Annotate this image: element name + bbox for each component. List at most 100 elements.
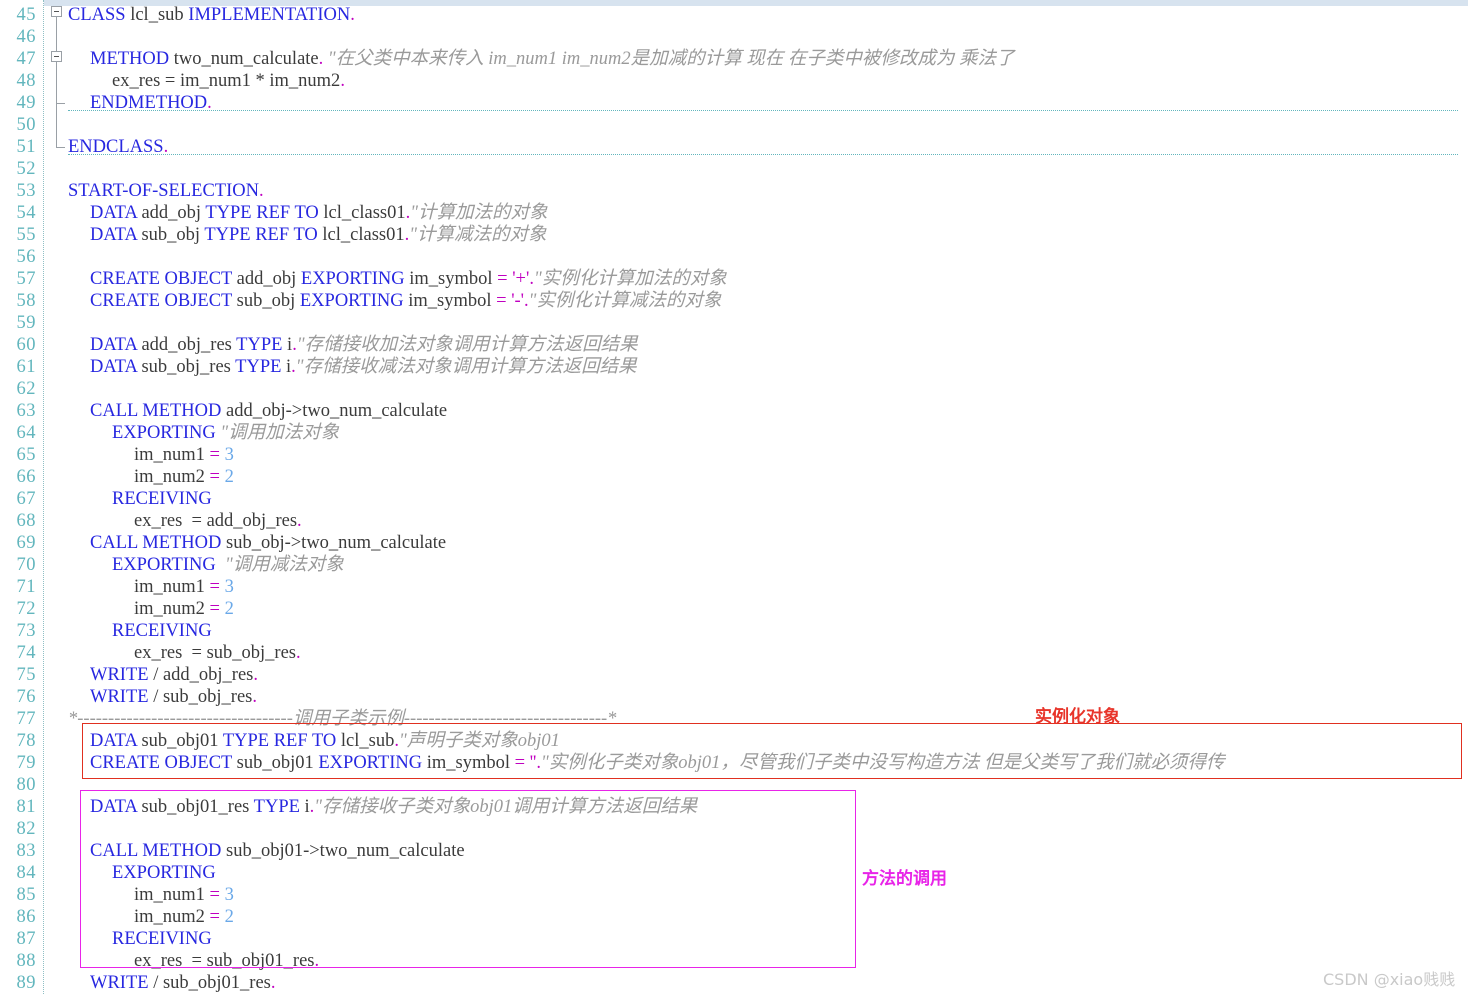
- code-line[interactable]: CREATE OBJECT add_obj EXPORTING im_symbo…: [68, 268, 727, 290]
- code-token-kw: EXPORTING: [112, 555, 216, 575]
- code-token-kw: CLASS: [68, 5, 126, 25]
- code-token-id: im_num1: [134, 577, 210, 597]
- line-number: 77: [16, 709, 36, 729]
- line-number: 56: [16, 247, 36, 267]
- code-token-op: .: [340, 71, 345, 91]
- fold-separator-endmethod: [68, 110, 1458, 111]
- code-token-kw: CALL METHOD: [90, 401, 222, 421]
- code-line[interactable]: DATA add_obj_res TYPE i."存储接收加法对象调用计算方法返…: [68, 334, 638, 356]
- line-number: 57: [16, 269, 36, 289]
- code-line[interactable]: WRITE / sub_obj01_res.: [68, 972, 276, 994]
- code-token-kw: TYPE: [235, 357, 282, 377]
- code-line[interactable]: CLASS lcl_sub IMPLEMENTATION.: [68, 4, 355, 26]
- line-number: 68: [16, 511, 36, 531]
- line-number: 86: [16, 907, 36, 927]
- code-token-id: im_symbol: [404, 269, 498, 289]
- line-number: 79: [16, 753, 36, 773]
- code-line[interactable]: im_num1 = 3: [68, 444, 234, 466]
- code-token-id: add_obj_res: [136, 335, 237, 355]
- code-line[interactable]: DATA add_obj TYPE REF TO lcl_class01."计算…: [68, 202, 548, 224]
- code-editor[interactable]: 45 CLASS lcl_sub IMPLEMENTATION. 46 47 METHO…: [0, 0, 1468, 994]
- annotation-box-instantiate-object: [82, 723, 1462, 779]
- code-line[interactable]: im_num1 = 3: [68, 576, 234, 598]
- line-number: 62: [16, 379, 36, 399]
- code-token-id: im_symbol: [403, 291, 497, 311]
- code-line[interactable]: ex_res = add_obj_res.: [68, 510, 302, 532]
- code-token-id: / sub_obj_res: [148, 687, 253, 707]
- code-token-num: 2: [224, 599, 234, 619]
- code-token-num: 3: [224, 577, 234, 597]
- code-token-id: add_obj: [136, 203, 206, 223]
- line-number: 84: [16, 863, 36, 883]
- code-token-kw: TYPE REF TO: [205, 203, 319, 223]
- code-token-id: i: [282, 335, 293, 355]
- line-number: 71: [16, 577, 36, 597]
- code-token-op: =: [209, 577, 225, 597]
- code-line[interactable]: CALL METHOD sub_obj->two_num_calculate: [68, 532, 446, 554]
- line-number: 89: [16, 973, 36, 993]
- code-token-kw: WRITE: [90, 687, 149, 707]
- line-number: 66: [16, 467, 36, 487]
- code-token-id: add_obj: [232, 269, 301, 289]
- code-token-id: lcl_sub: [125, 5, 189, 25]
- code-token-kw: DATA: [90, 335, 137, 355]
- line-number: 75: [16, 665, 36, 685]
- code-token-id: im_num1: [134, 445, 210, 465]
- code-token-cmt: "存储接收减法对象调用计算方法返回结果: [295, 357, 637, 377]
- line-number: 81: [16, 797, 36, 817]
- code-line[interactable]: EXPORTING "调用减法对象: [68, 554, 344, 576]
- line-number: 64: [16, 423, 36, 443]
- code-token-id: / add_obj_res: [148, 665, 254, 685]
- code-token-id: / sub_obj01_res: [148, 973, 271, 993]
- code-line[interactable]: RECEIVING: [68, 488, 212, 510]
- code-line[interactable]: WRITE / sub_obj_res.: [68, 686, 257, 708]
- line-number: 55: [16, 225, 36, 245]
- code-token-kw: WRITE: [90, 665, 149, 685]
- code-token-op: .: [297, 511, 302, 531]
- line-number: 83: [16, 841, 36, 861]
- code-token-cmt: "在父类中本来传入 im_num1 im_num2是加减的计算 现在 在子类中被…: [323, 49, 1015, 69]
- code-token-kw: RECEIVING: [112, 621, 212, 641]
- code-token-kw: DATA: [90, 203, 137, 223]
- code-token-kw: CREATE OBJECT: [90, 291, 233, 311]
- code-line[interactable]: EXPORTING "调用加法对象: [68, 422, 339, 444]
- code-token-kw: START-OF-SELECTION: [68, 181, 259, 201]
- code-line[interactable]: im_num2 = 2: [68, 466, 234, 488]
- code-token-op: .: [296, 643, 301, 663]
- code-token-kw: TYPE: [236, 335, 283, 355]
- code-token-op: =: [209, 599, 225, 619]
- code-line[interactable]: ex_res = sub_obj_res.: [68, 642, 301, 664]
- code-line[interactable]: START-OF-SELECTION.: [68, 180, 264, 202]
- code-line[interactable]: DATA sub_obj_res TYPE i."存储接收减法对象调用计算方法返…: [68, 356, 637, 378]
- code-token-num: 2: [224, 467, 234, 487]
- code-line[interactable]: DATA sub_obj TYPE REF TO lcl_class01."计算…: [68, 224, 547, 246]
- line-number: 82: [16, 819, 36, 839]
- code-token-str: '+': [512, 269, 530, 289]
- code-token-id: im_num2: [134, 467, 210, 487]
- code-line[interactable]: CALL METHOD add_obj->two_num_calculate: [68, 400, 447, 422]
- code-token-id: im_num2: [134, 599, 210, 619]
- line-number: 58: [16, 291, 36, 311]
- code-token-cmt: "实例化计算减法的对象: [528, 291, 722, 311]
- code-line[interactable]: WRITE / add_obj_res.: [68, 664, 258, 686]
- code-token-op: .: [253, 665, 258, 685]
- code-token-kw: TYPE REF TO: [204, 225, 318, 245]
- code-line[interactable]: im_num2 = 2: [68, 598, 234, 620]
- code-token-op: .: [258, 181, 264, 201]
- code-line[interactable]: ex_res = im_num1 * im_num2.: [68, 70, 345, 92]
- code-token-id: sub_obj: [232, 291, 300, 311]
- code-token-kw: EXPORTING: [112, 423, 216, 443]
- code-token-kw: IMPLEMENTATION: [188, 5, 351, 25]
- code-line[interactable]: METHOD two_num_calculate. "在父类中本来传入 im_n…: [68, 48, 1015, 70]
- code-line[interactable]: CREATE OBJECT sub_obj EXPORTING im_symbo…: [68, 290, 721, 312]
- line-number: 50: [16, 115, 36, 135]
- line-number: 69: [16, 533, 36, 553]
- code-token-id: ex_res = add_obj_res: [134, 511, 298, 531]
- line-number: 49: [16, 93, 36, 113]
- code-token-id: two_num_calculate: [169, 49, 319, 69]
- line-number: 73: [16, 621, 36, 641]
- fold-separator-endclass: [68, 154, 1458, 155]
- code-line[interactable]: RECEIVING: [68, 620, 212, 642]
- code-token-op: .: [270, 973, 276, 993]
- watermark: CSDN @xiao贱贱: [1323, 970, 1456, 989]
